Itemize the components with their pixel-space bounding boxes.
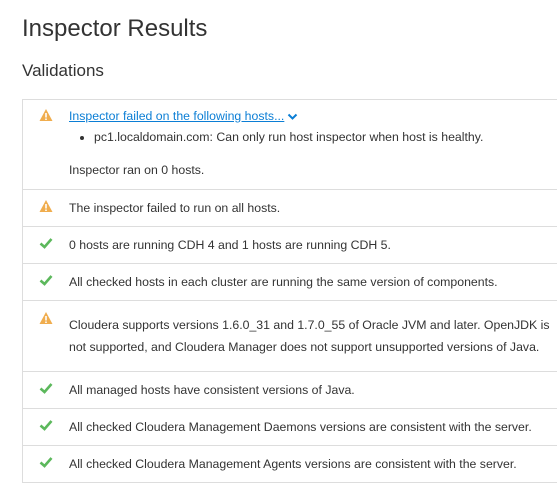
- validation-text: All checked Cloudera Management Agents v…: [69, 457, 517, 471]
- validation-row: All checked hosts in each cluster are ru…: [22, 264, 557, 301]
- warning-icon: [39, 312, 53, 324]
- validation-row: 0 hosts are running CDH 4 and 1 hosts ar…: [22, 227, 557, 264]
- validations-list: Inspector failed on the following hosts.…: [22, 99, 557, 483]
- warning-icon: [39, 200, 53, 212]
- chevron-down-icon: [288, 113, 298, 120]
- validation-row: All managed hosts have consistent versio…: [22, 372, 557, 409]
- page-title: Inspector Results: [22, 15, 208, 42]
- check-icon: [39, 275, 53, 286]
- section-title: Validations: [22, 61, 104, 80]
- failed-hosts-toggle[interactable]: Inspector failed on the following hosts.…: [69, 106, 298, 126]
- check-icon: [39, 383, 53, 394]
- validation-text: All checked hosts in each cluster are ru…: [69, 275, 498, 289]
- validation-row: Cloudera supports versions 1.6.0_31 and …: [22, 301, 557, 372]
- warning-icon: [39, 109, 53, 121]
- validation-text: The inspector failed to run on all hosts…: [69, 201, 281, 215]
- inspector-ran-note: Inspector ran on 0 hosts.: [69, 163, 205, 177]
- check-icon: [39, 238, 53, 249]
- failed-host-item: pc1.localdomain.com: Can only run host i…: [94, 127, 557, 147]
- validation-row: All checked Cloudera Management Daemons …: [22, 409, 557, 446]
- check-icon: [39, 457, 53, 468]
- validation-row: Inspector failed on the following hosts.…: [22, 100, 557, 190]
- validation-text: All checked Cloudera Management Daemons …: [69, 420, 532, 434]
- failed-hosts-list: pc1.localdomain.com: Can only run host i…: [69, 127, 557, 147]
- validation-text: All managed hosts have consistent versio…: [69, 383, 355, 397]
- validation-text: Cloudera supports versions 1.6.0_31 and …: [69, 318, 550, 354]
- validation-row: All checked Cloudera Management Agents v…: [22, 446, 557, 483]
- failed-hosts-label: Inspector failed on the following hosts.…: [69, 109, 285, 123]
- check-icon: [39, 420, 53, 431]
- validation-row: The inspector failed to run on all hosts…: [22, 190, 557, 227]
- validation-text: 0 hosts are running CDH 4 and 1 hosts ar…: [69, 238, 391, 252]
